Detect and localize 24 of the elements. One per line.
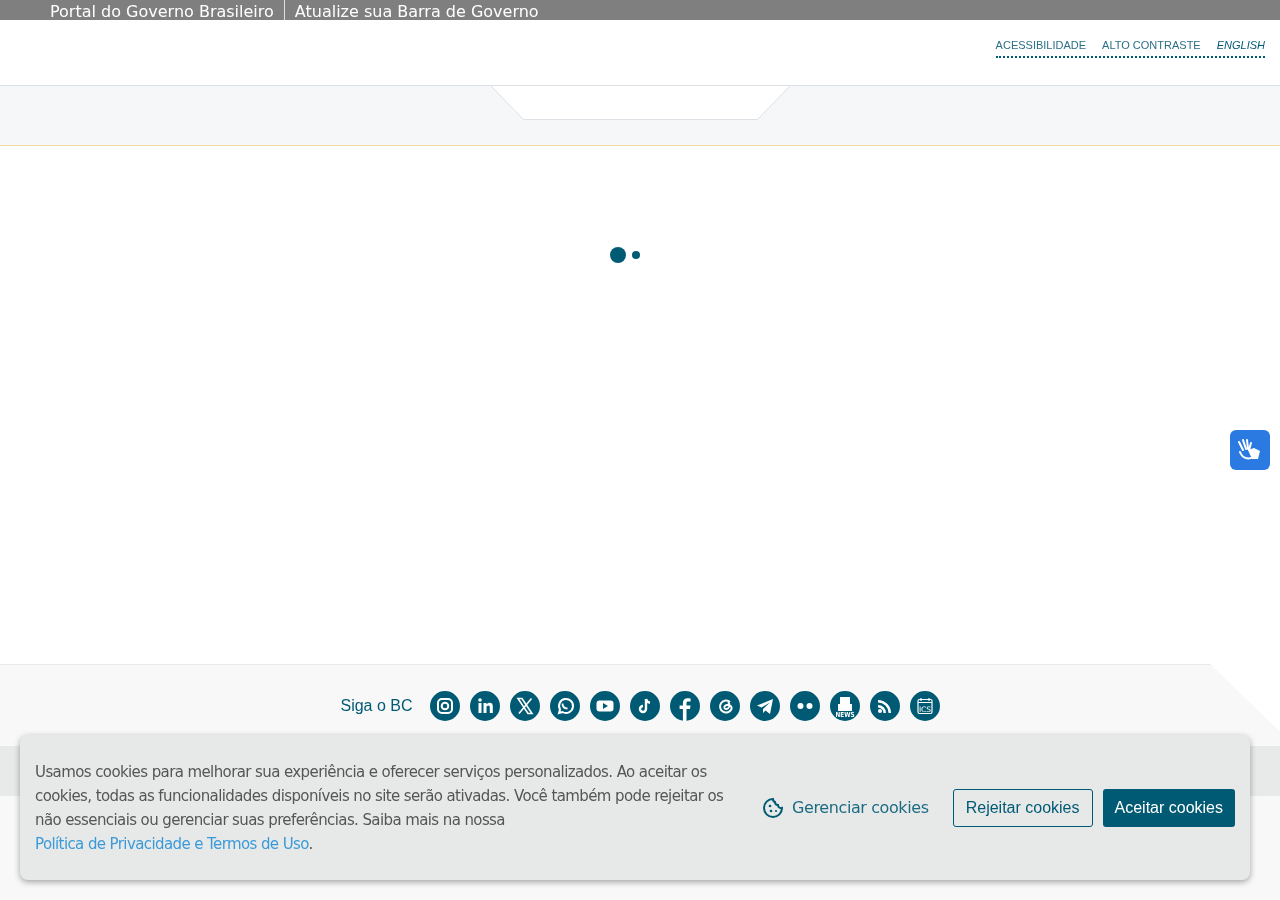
x-icon[interactable]	[509, 690, 540, 721]
instagram-icon[interactable]	[429, 690, 460, 721]
rss-icon[interactable]	[869, 690, 900, 721]
youtube-icon[interactable]	[589, 690, 620, 721]
facebook-icon[interactable]	[669, 690, 700, 721]
loading-indicator	[610, 247, 642, 263]
header-link[interactable]: ALTO CONTRASTE	[1102, 39, 1201, 51]
whatsapp-icon[interactable]	[549, 690, 580, 721]
threads-icon[interactable]	[709, 690, 740, 721]
header-link[interactable]: ENGLISH	[1216, 39, 1265, 51]
tiktok-icon[interactable]	[629, 690, 660, 721]
cookie-icon	[762, 796, 785, 819]
sign-language-button[interactable]	[1230, 430, 1270, 470]
telegram-icon[interactable]	[749, 690, 780, 721]
cookie-message: Usamos cookies para melhorar sua experiência e oferecer serviços personalizados. Ao aceitar os cookies, todas as funcionalidades disponíveis no site serão ativadas. Você também pode rejeitar os não essenciais ou gerenciar suas preferências. Saiba mais na nossa Política de Privacidade e Termos de Uso.	[35, 761, 725, 855]
reject-cookies-button[interactable]: Rejeitar cookies	[952, 788, 1093, 827]
manage-cookies-button[interactable]: Gerenciar cookies	[750, 792, 941, 823]
gov-bar-link[interactable]: Atualize sua Barra de Governo	[283, 0, 549, 20]
accept-cookies-button[interactable]: Aceitar cookies	[1102, 788, 1235, 827]
flickr-icon[interactable]	[789, 690, 820, 721]
gov-bar-link[interactable]: Portal do Governo Brasileiro	[50, 0, 284, 20]
follow-label: Siga o BC	[340, 696, 413, 715]
linkedin-icon[interactable]	[469, 690, 500, 721]
header-link[interactable]: ACESSIBILIDADE	[995, 39, 1087, 51]
